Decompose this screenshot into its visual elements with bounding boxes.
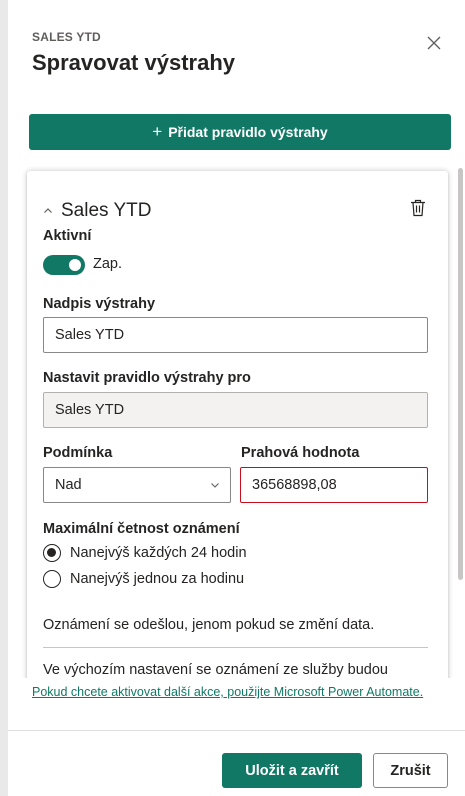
frequency-option-hourly[interactable]: Nanejvýš jednou za hodinu xyxy=(43,570,244,588)
active-label: Aktivní xyxy=(43,228,92,244)
cancel-button[interactable]: Zrušit xyxy=(373,753,448,788)
trash-icon xyxy=(411,199,425,217)
plus-icon: + xyxy=(152,122,163,141)
radio-selected-icon xyxy=(43,544,61,562)
set-rule-for-value: Sales YTD xyxy=(55,402,125,418)
chevron-down-icon xyxy=(211,483,219,488)
radio-unselected-icon xyxy=(43,570,61,588)
add-alert-rule-label: Přidat pravidlo výstrahy xyxy=(168,124,328,140)
set-rule-for-label: Nastavit pravidlo výstrahy pro xyxy=(43,370,251,386)
alert-title-input[interactable]: Sales YTD xyxy=(43,317,428,353)
data-change-note: Oznámení se odešlou, jenom pokud se změn… xyxy=(43,617,375,633)
threshold-label: Prahová hodnota xyxy=(241,445,360,461)
condition-label: Podmínka xyxy=(43,445,113,461)
panel-title: Spravovat výstrahy xyxy=(32,50,235,75)
delete-rule-button[interactable] xyxy=(410,199,426,217)
divider xyxy=(43,647,428,648)
frequency-option-label: Nanejvýš jednou za hodinu xyxy=(70,571,245,587)
default-notification-note: Ve výchozím nastavení se oznámení ze slu… xyxy=(43,662,388,678)
vertical-scrollbar[interactable] xyxy=(458,168,463,580)
save-and-close-button[interactable]: Uložit a zavřít xyxy=(222,753,362,788)
alert-rule-card: Sales YTD Aktivní Zap. Nadpis výstrahy S… xyxy=(27,171,448,678)
rules-scroll-area[interactable]: Sales YTD Aktivní Zap. Nadpis výstrahy S… xyxy=(13,166,465,678)
condition-dropdown[interactable]: Nad xyxy=(43,467,231,503)
toggle-knob xyxy=(69,259,81,271)
close-button[interactable] xyxy=(424,33,444,53)
rule-title: Sales YTD xyxy=(61,200,152,221)
active-toggle[interactable] xyxy=(43,255,85,275)
frequency-option-label: Nanejvýš každých 24 hodin xyxy=(70,545,247,561)
chevron-up-icon xyxy=(44,208,52,213)
alert-title-value: Sales YTD xyxy=(55,327,125,343)
panel-subtitle: SALES YTD xyxy=(32,30,101,44)
add-alert-rule-button[interactable]: + Přidat pravidlo výstrahy xyxy=(29,114,451,150)
alert-title-label: Nadpis výstrahy xyxy=(43,296,156,312)
threshold-input[interactable]: 36568898,08 xyxy=(240,467,428,503)
threshold-value: 36568898,08 xyxy=(252,477,337,493)
close-icon xyxy=(427,36,441,50)
frequency-label: Maximální četnost oznámení xyxy=(43,521,240,537)
frequency-option-24h[interactable]: Nanejvýš každých 24 hodin xyxy=(43,544,247,562)
rule-collapse-toggle[interactable]: Sales YTD xyxy=(43,200,151,222)
condition-selected: Nad xyxy=(55,477,82,493)
panel-left-edge xyxy=(0,0,8,796)
active-toggle-state: Zap. xyxy=(93,256,123,272)
footer-divider xyxy=(8,730,465,731)
set-rule-for-field: Sales YTD xyxy=(43,392,428,428)
power-automate-link[interactable]: Pokud chcete aktivovat další akce, použi… xyxy=(32,684,432,701)
